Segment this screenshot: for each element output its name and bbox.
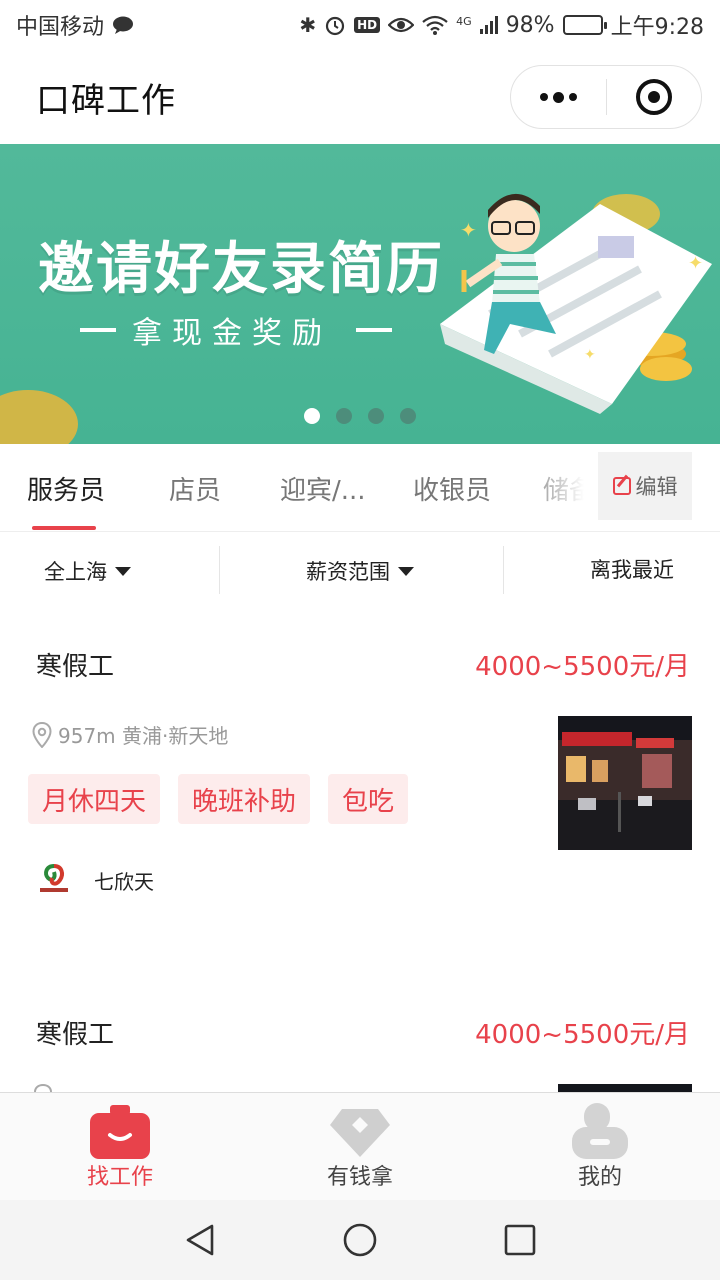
job-tag: 晚班补助 bbox=[178, 774, 311, 824]
status-bar: 中国移动 ✱ HD 4G 98% 上午9:28 bbox=[0, 0, 720, 50]
category-tabs: 服务员 店员 迎宾/... 收银员 储备 编辑 bbox=[0, 444, 720, 532]
filter-divider bbox=[503, 546, 504, 594]
area-filter[interactable]: 全上海 bbox=[44, 556, 131, 586]
banner-dash-right bbox=[356, 328, 392, 332]
job-location: 957m 黄浦·新天地 bbox=[32, 720, 228, 749]
banner-pager bbox=[304, 408, 416, 424]
job-tags: 月休四天 晚班补助 包吃 bbox=[28, 774, 409, 824]
location-pin-icon bbox=[34, 1084, 52, 1092]
chat-bubble-icon bbox=[113, 16, 134, 34]
tab-waiter[interactable]: 服务员 bbox=[27, 470, 105, 507]
network-type: 4G bbox=[456, 15, 472, 28]
wifi-icon bbox=[422, 15, 448, 35]
home-icon[interactable] bbox=[342, 1222, 378, 1258]
job-title: 寒假工 bbox=[36, 652, 115, 682]
close-target-icon bbox=[635, 79, 672, 115]
job-title: 寒假工 bbox=[36, 1020, 115, 1050]
area-filter-label: 全上海 bbox=[44, 560, 107, 584]
filter-bar: 全上海 薪资范围 离我最近 bbox=[0, 532, 720, 608]
company-name: 七欣天 bbox=[94, 869, 154, 894]
job-thumbnail bbox=[558, 1084, 692, 1092]
job-card[interactable]: 寒假工 4000~5500元/月 957m 黄浦·新天地 月休四天 晚班补助 包… bbox=[0, 608, 720, 958]
pager-dot[interactable] bbox=[400, 408, 416, 424]
job-location-text: 957m 黄浦·新天地 bbox=[58, 724, 229, 748]
tab-greeter[interactable]: 迎宾/... bbox=[280, 470, 366, 507]
miniprogram-capsule bbox=[510, 65, 702, 129]
promo-banner[interactable]: ✦ ✦ ✦ 邀请好友录简历 拿现金奖励 bbox=[0, 144, 720, 444]
tabs-fade bbox=[520, 444, 600, 530]
company-row: 七欣天 bbox=[36, 862, 154, 898]
bluetooth-icon: ✱ bbox=[299, 13, 317, 37]
eye-icon bbox=[388, 17, 415, 33]
edit-label: 编辑 bbox=[635, 475, 678, 499]
nav-earn-label: 有钱拿 bbox=[326, 1165, 393, 1190]
briefcase-icon bbox=[90, 1105, 150, 1159]
more-dots-icon bbox=[539, 91, 577, 103]
system-nav-bar bbox=[0, 1200, 720, 1280]
filter-divider bbox=[219, 546, 220, 594]
edit-icon bbox=[612, 477, 631, 495]
screen: 中国移动 ✱ HD 4G 98% 上午9:28 口碑工作 ✦ ✦ ✦ 邀请好友录… bbox=[0, 0, 720, 1280]
banner-subline: 拿现金奖励 bbox=[132, 316, 332, 351]
sort-label: 离我最近 bbox=[590, 558, 674, 582]
job-salary: 4000~5500元/月 bbox=[475, 652, 690, 682]
signal-icon bbox=[479, 16, 498, 34]
tab-cashier[interactable]: 收银员 bbox=[413, 470, 491, 507]
nav-find-job[interactable]: 找工作 bbox=[0, 1093, 240, 1201]
bottom-tab-bar: 找工作 有钱拿 我的 bbox=[0, 1092, 720, 1200]
edit-tabs-button[interactable]: 编辑 bbox=[598, 452, 692, 520]
recent-apps-icon[interactable] bbox=[502, 1222, 538, 1258]
nav-earn[interactable]: 有钱拿 bbox=[240, 1093, 480, 1201]
banner-dash-left bbox=[80, 328, 116, 332]
svg-text:✦: ✦ bbox=[460, 218, 477, 242]
job-salary: 4000~5500元/月 bbox=[475, 1020, 690, 1050]
storefront-photo bbox=[558, 716, 692, 850]
page-title: 口碑工作 bbox=[36, 80, 176, 121]
svg-text:✦: ✦ bbox=[584, 347, 596, 363]
job-thumbnail bbox=[558, 716, 692, 850]
carrier-label: 中国移动 bbox=[16, 15, 105, 40]
more-button[interactable] bbox=[511, 66, 606, 128]
pager-dot[interactable] bbox=[368, 408, 384, 424]
salary-filter-label: 薪资范围 bbox=[306, 560, 390, 584]
salary-filter[interactable]: 薪资范围 bbox=[306, 556, 414, 586]
caret-down-icon bbox=[398, 566, 414, 576]
profile-icon bbox=[572, 1103, 628, 1159]
hd-badge: HD bbox=[354, 17, 381, 33]
battery-icon bbox=[562, 15, 607, 35]
nav-me-label: 我的 bbox=[577, 1165, 622, 1190]
diamond-icon bbox=[330, 1109, 390, 1157]
job-card[interactable]: 寒假工 4000~5500元/月 bbox=[0, 976, 720, 1092]
nav-me[interactable]: 我的 bbox=[480, 1093, 720, 1201]
pager-dot[interactable] bbox=[336, 408, 352, 424]
clock: 上午9:28 bbox=[610, 15, 704, 40]
tab-clerk[interactable]: 店员 bbox=[169, 470, 221, 507]
back-icon[interactable] bbox=[182, 1222, 218, 1258]
title-bar: 口碑工作 bbox=[0, 50, 720, 144]
banner-headline: 邀请好友录简历 bbox=[38, 237, 444, 302]
battery-percent: 98% bbox=[505, 12, 555, 38]
location-pin-icon bbox=[32, 721, 52, 748]
caret-down-icon bbox=[115, 566, 131, 576]
sort-nearest[interactable]: 离我最近 bbox=[590, 554, 674, 584]
company-logo bbox=[40, 864, 68, 892]
alarm-icon bbox=[326, 16, 345, 36]
job-tag: 包吃 bbox=[328, 774, 409, 824]
svg-text:✦: ✦ bbox=[688, 253, 703, 274]
pager-dot[interactable] bbox=[304, 408, 320, 424]
close-button[interactable] bbox=[607, 66, 702, 128]
nav-find-job-label: 找工作 bbox=[86, 1165, 153, 1190]
job-tag: 月休四天 bbox=[28, 774, 161, 824]
active-tab-indicator bbox=[32, 526, 96, 530]
